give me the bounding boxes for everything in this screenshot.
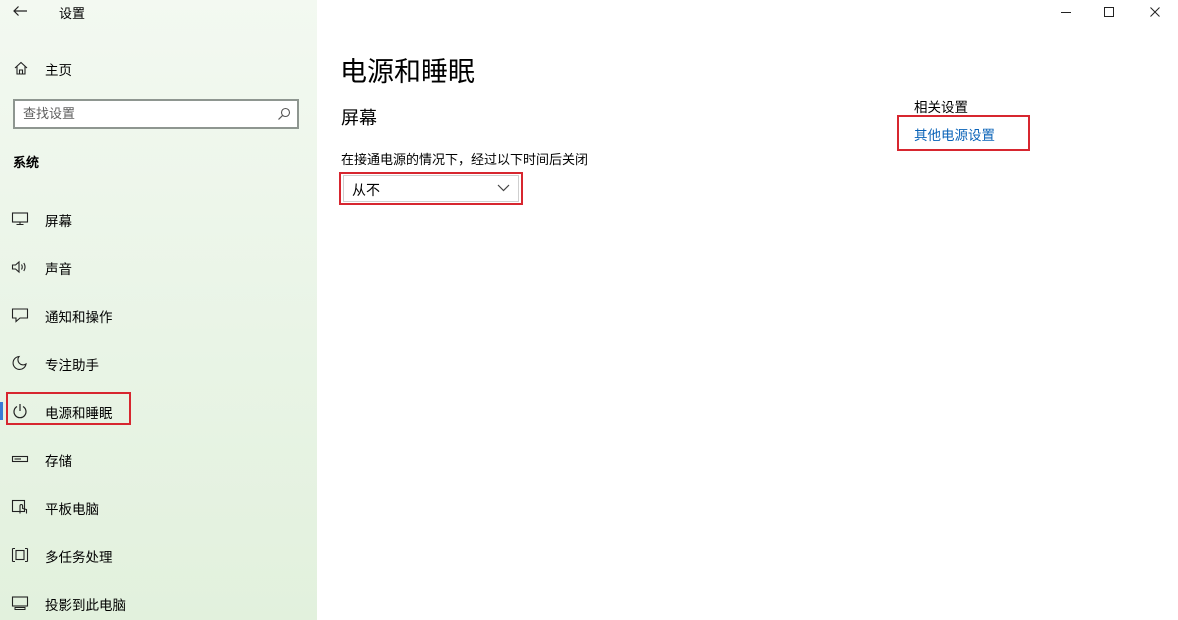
screen-timeout-label: 在接通电源的情况下，经过以下时间后关闭 — [341, 153, 589, 168]
tablet-icon — [11, 499, 28, 514]
sidebar-item-label: 通知和操作 — [45, 310, 113, 326]
project-icon — [11, 596, 29, 610]
multitask-icon — [11, 547, 29, 563]
home-icon — [14, 61, 28, 75]
section-label-system: 系统 — [13, 156, 40, 171]
highlight-box-dropdown — [339, 172, 523, 205]
home-nav-item[interactable]: 主页 — [0, 55, 317, 81]
page-title: 电源和睡眠 — [340, 57, 475, 88]
back-button[interactable] — [10, 0, 32, 24]
sidebar-item-label: 专注助手 — [45, 358, 99, 374]
sidebar: 设置 主页 系统 屏幕 声音 通知和操作 — [0, 0, 317, 620]
sidebar-item-label: 多任务处理 — [45, 550, 113, 566]
sidebar-item-notifications[interactable]: 通知和操作 — [0, 300, 317, 330]
sidebar-item-project-to-pc[interactable]: 投影到此电脑 — [0, 588, 317, 618]
sidebar-item-display[interactable]: 屏幕 — [0, 204, 317, 234]
close-icon — [1150, 7, 1160, 17]
highlight-box-power-sleep — [6, 392, 131, 425]
sidebar-item-label: 存储 — [45, 454, 72, 470]
related-settings-title: 相关设置 — [914, 100, 968, 116]
sidebar-item-label: 屏幕 — [45, 214, 72, 230]
highlight-box-link — [897, 115, 1030, 151]
sidebar-item-tablet[interactable]: 平板电脑 — [0, 492, 317, 522]
monitor-icon — [11, 212, 29, 226]
sidebar-item-label: 声音 — [45, 262, 72, 278]
close-button[interactable] — [1132, 0, 1178, 24]
back-arrow-icon — [13, 6, 27, 16]
sidebar-item-label: 投影到此电脑 — [45, 598, 126, 614]
sidebar-item-focus-assist[interactable]: 专注助手 — [0, 348, 317, 378]
home-label: 主页 — [45, 63, 72, 79]
app-title: 设置 — [59, 7, 86, 22]
sidebar-item-storage[interactable]: 存储 — [0, 444, 317, 474]
maximize-button[interactable] — [1086, 0, 1132, 24]
sidebar-item-sound[interactable]: 声音 — [0, 252, 317, 282]
search-icon[interactable] — [277, 107, 291, 121]
sidebar-item-label: 平板电脑 — [45, 502, 99, 518]
minimize-icon — [1061, 12, 1071, 13]
minimize-button[interactable] — [1043, 0, 1089, 24]
search-input[interactable] — [23, 105, 263, 123]
maximize-icon — [1104, 7, 1114, 17]
notification-icon — [11, 308, 29, 323]
search-box[interactable] — [13, 99, 299, 129]
storage-icon — [11, 455, 29, 463]
speaker-icon — [11, 260, 26, 274]
sidebar-item-multitasking[interactable]: 多任务处理 — [0, 540, 317, 570]
moon-icon — [12, 355, 27, 370]
section-title-screen: 屏幕 — [341, 108, 377, 129]
